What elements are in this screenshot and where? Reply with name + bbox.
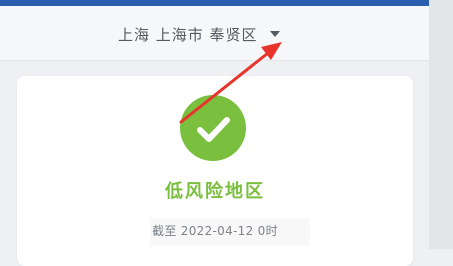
as-of-date: 截至 2022-04-12 0时 <box>152 224 278 238</box>
page-edge <box>429 0 453 249</box>
region-selector[interactable]: 上海 上海市 奉贤区 <box>118 23 280 45</box>
header: 上海 上海市 奉贤区 <box>0 6 429 61</box>
region-text: 上海 上海市 奉贤区 <box>118 25 258 44</box>
caret-down-icon[interactable] <box>269 31 280 37</box>
checkmark-icon <box>180 95 246 161</box>
risk-level-label: 低风险地区 <box>165 181 265 202</box>
risk-status-card: 低风险地区 截至 2022-04-12 0时 <box>17 76 413 266</box>
